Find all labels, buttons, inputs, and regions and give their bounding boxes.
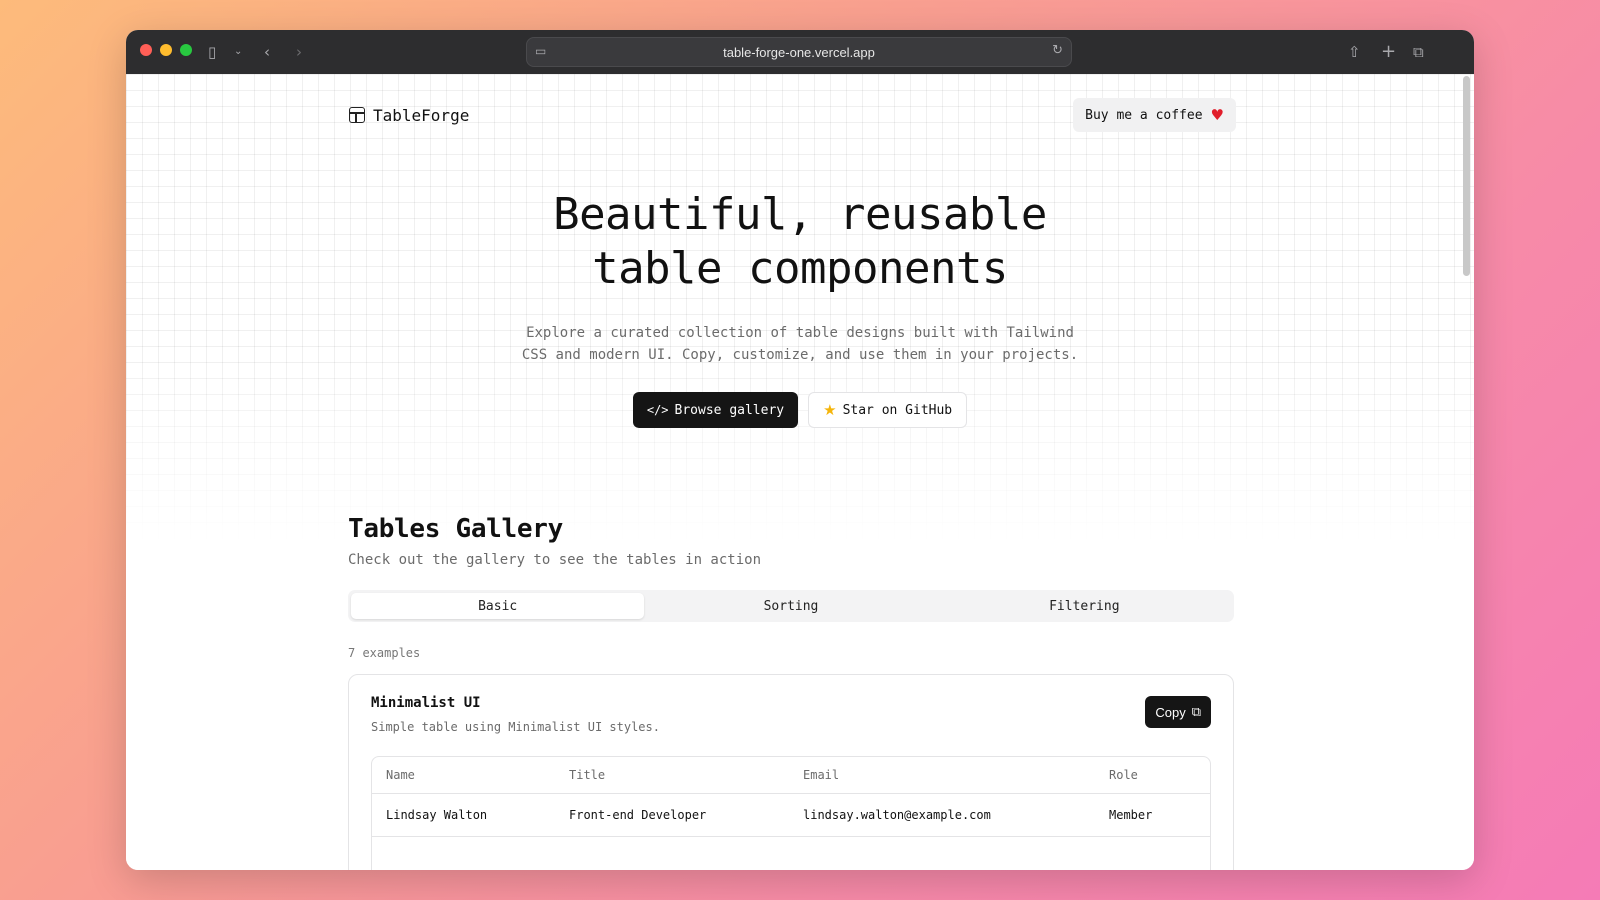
gallery-tabs: Basic Sorting Filtering: [348, 590, 1234, 622]
column-header-title: Title: [555, 757, 789, 794]
browse-gallery-label: Browse gallery: [674, 402, 785, 418]
page-content: TableForge Buy me a coffee ♥ Beautiful, …: [126, 74, 1474, 870]
minimize-window-button[interactable]: [160, 44, 172, 56]
hero-title-line2: table components: [592, 243, 1008, 294]
example-table: Name Title Email Role Lindsay Walton Fro…: [371, 756, 1211, 870]
share-icon[interactable]: ⇧: [1348, 41, 1361, 63]
site-settings-icon[interactable]: ▭: [535, 44, 546, 58]
cell-email: lindsay.walton@example.com: [789, 793, 1095, 837]
zoom-window-button[interactable]: [180, 44, 192, 56]
top-nav: TableForge Buy me a coffee ♥: [349, 98, 1236, 132]
forward-icon[interactable]: ›: [296, 41, 302, 63]
hero-description: Explore a curated collection of table de…: [510, 322, 1090, 366]
url-text: table-forge-one.vercel.app: [723, 44, 875, 60]
hero-title: Beautiful, reusable table components: [126, 188, 1474, 296]
hero-actions: </> Browse gallery ★ Star on GitHub: [126, 392, 1474, 428]
hero-title-line1: Beautiful, reusable: [553, 189, 1047, 240]
chevron-down-icon[interactable]: ⌄: [234, 41, 242, 63]
new-tab-icon[interactable]: +: [1381, 41, 1396, 63]
hero-description-line2: CSS and modern UI. Copy, customize, and …: [521, 347, 1079, 363]
buy-coffee-label: Buy me a coffee: [1085, 107, 1203, 123]
brand-name: TableForge: [373, 105, 470, 125]
column-header-email: Email: [789, 757, 1095, 794]
star-github-button[interactable]: ★ Star on GitHub: [808, 392, 968, 428]
example-card: Minimalist UI Simple table using Minimal…: [348, 674, 1234, 870]
table-row: Lindsay Walton Front-end Developer linds…: [372, 793, 1210, 837]
close-window-button[interactable]: [140, 44, 152, 56]
code-icon: </>: [646, 403, 669, 417]
brand-logo[interactable]: TableForge: [349, 106, 469, 125]
tabs-overview-icon[interactable]: ⧉: [1413, 41, 1424, 63]
table-icon: [349, 107, 365, 123]
tab-sorting[interactable]: Sorting: [644, 593, 937, 619]
gallery-subtitle: Check out the gallery to see the tables …: [348, 552, 762, 568]
address-bar[interactable]: ▭ table-forge-one.vercel.app ↻: [526, 37, 1072, 67]
column-header-name: Name: [372, 757, 555, 794]
reload-icon[interactable]: ↻: [1052, 43, 1063, 58]
hero-section: Beautiful, reusable table components Exp…: [126, 188, 1474, 428]
cell-name: Lindsay Walton: [372, 793, 555, 837]
card-title: Minimalist UI: [371, 695, 481, 711]
card-description: Simple table using Minimalist UI styles.: [371, 720, 660, 734]
examples-count: 7 examples: [348, 646, 421, 660]
gallery-title: Tables Gallery: [348, 514, 563, 544]
copy-label: Copy: [1155, 704, 1186, 720]
browse-gallery-button[interactable]: </> Browse gallery: [632, 392, 799, 428]
column-header-role: Role: [1095, 757, 1210, 794]
browser-toolbar: ▯ ⌄ ‹ › ▭ table-forge-one.vercel.app ↻ ⇧…: [126, 30, 1474, 74]
cell-title: Front-end Developer: [555, 793, 789, 837]
browser-window: ▯ ⌄ ‹ › ▭ table-forge-one.vercel.app ↻ ⇧…: [126, 30, 1474, 870]
heart-icon: ♥: [1210, 106, 1224, 124]
back-icon[interactable]: ‹: [264, 41, 270, 63]
sidebar-icon[interactable]: ▯: [208, 41, 216, 63]
cell-role: Member: [1095, 793, 1210, 837]
star-icon: ★: [823, 401, 837, 419]
copy-button[interactable]: Copy ⧉: [1145, 696, 1211, 728]
star-github-label: Star on GitHub: [842, 402, 953, 418]
table-row: [372, 836, 1210, 870]
buy-coffee-button[interactable]: Buy me a coffee ♥: [1073, 98, 1236, 132]
gallery-section: Tables Gallery Check out the gallery to …: [348, 514, 1234, 870]
tab-filtering[interactable]: Filtering: [938, 593, 1231, 619]
table-header-row: Name Title Email Role: [372, 757, 1210, 794]
window-controls: [140, 44, 192, 56]
tab-basic[interactable]: Basic: [351, 593, 645, 619]
hero-description-line1: Explore a curated collection of table de…: [526, 325, 1074, 341]
copy-icon: ⧉: [1191, 704, 1201, 720]
